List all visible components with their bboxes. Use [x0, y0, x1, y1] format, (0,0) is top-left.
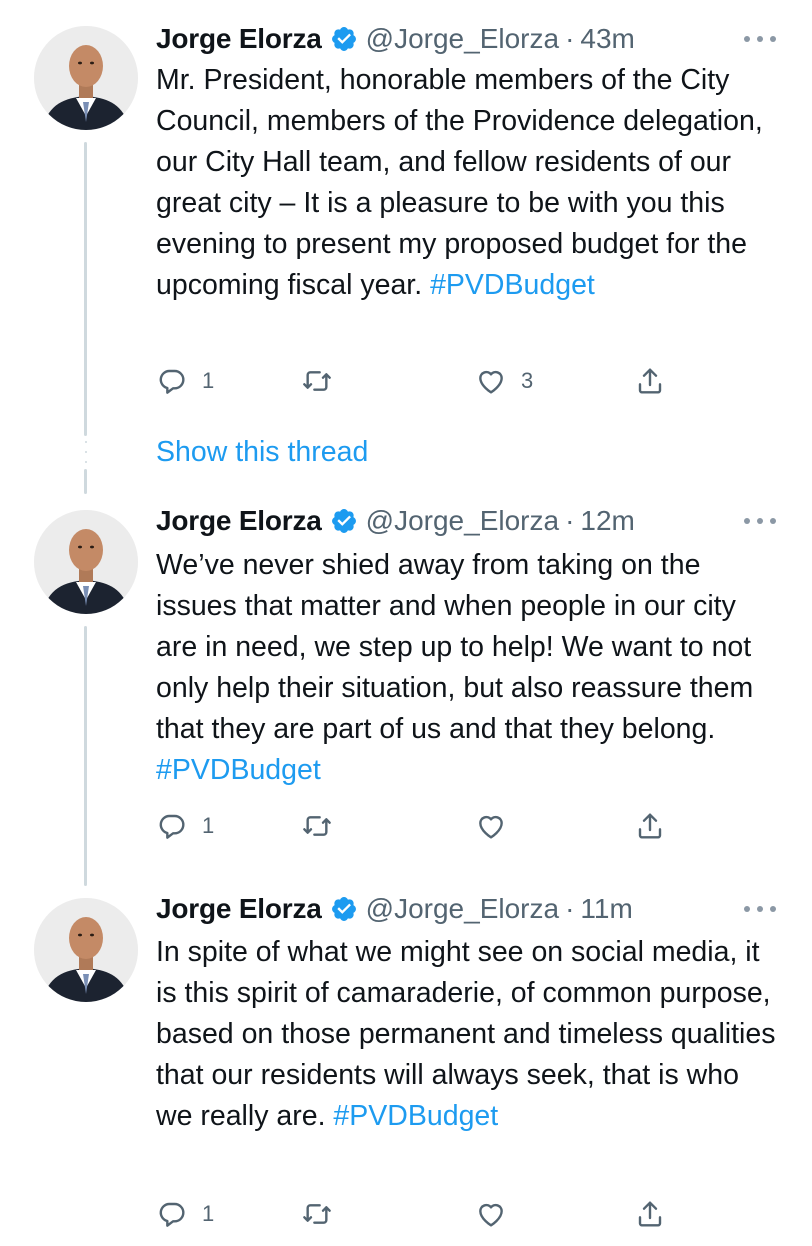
reply-icon: [159, 814, 185, 839]
tweet-header: Jorge Elorza @Jorge_Elorza · 43m: [156, 19, 635, 59]
tweet-timestamp[interactable]: 43m: [580, 23, 634, 55]
more-icon[interactable]: [744, 903, 776, 915]
author-handle[interactable]: @Jorge_Elorza: [366, 893, 559, 925]
retweet-icon: [303, 816, 331, 836]
tweet-actions: 1 3: [156, 361, 676, 401]
retweet-icon: [303, 371, 331, 391]
verified-badge-icon: [331, 27, 356, 51]
reply-count: 1: [202, 368, 215, 393]
share-icon: [638, 813, 662, 839]
like-button[interactable]: 3: [475, 361, 533, 401]
author-handle[interactable]: @Jorge_Elorza: [366, 23, 559, 55]
retweet-button[interactable]: [301, 361, 347, 401]
hashtag-link[interactable]: #PVDBudget: [333, 1100, 498, 1132]
share-icon: [638, 1201, 662, 1227]
avatar[interactable]: [34, 898, 138, 1002]
separator-dot: ·: [565, 505, 575, 536]
verified-badge-icon: [331, 897, 356, 921]
tweet-header: Jorge Elorza @Jorge_Elorza · 11m: [156, 889, 633, 929]
thread-line: [84, 469, 87, 494]
reply-button[interactable]: 1: [156, 361, 214, 401]
separator-dot: ·: [565, 23, 575, 54]
more-icon[interactable]: [744, 515, 776, 527]
avatar-photo: [34, 26, 138, 130]
author-name[interactable]: Jorge Elorza: [156, 893, 322, 925]
more-icon[interactable]: [744, 33, 776, 45]
like-button[interactable]: [475, 1194, 521, 1234]
reply-count: 1: [202, 1201, 215, 1226]
like-button[interactable]: [475, 806, 521, 846]
like-count: 3: [521, 368, 534, 393]
share-button[interactable]: [634, 361, 666, 401]
thread-line: [84, 626, 87, 886]
avatar-photo: [34, 898, 138, 1002]
tweet-actions: 1: [156, 1194, 676, 1234]
reply-button[interactable]: 1: [156, 806, 214, 846]
verified-badge-icon: [331, 509, 356, 533]
reply-button[interactable]: 1: [156, 1194, 214, 1234]
thread-gap-dots: [83, 441, 88, 463]
reply-count: 1: [202, 813, 215, 838]
share-button[interactable]: [634, 806, 666, 846]
hashtag-link[interactable]: #PVDBudget: [156, 754, 321, 786]
heart-icon: [479, 815, 503, 839]
show-thread-link[interactable]: Show this thread: [156, 436, 368, 469]
heart-icon: [479, 1203, 503, 1227]
avatar[interactable]: [34, 26, 138, 130]
reply-icon: [159, 369, 185, 394]
tweet-header: Jorge Elorza @Jorge_Elorza · 12m: [156, 501, 635, 541]
tweet-actions: 1: [156, 806, 676, 846]
heart-icon: [479, 370, 503, 394]
thread-line: [84, 142, 87, 436]
tweet-text: In spite of what we might see on social …: [156, 932, 776, 1137]
author-name[interactable]: Jorge Elorza: [156, 505, 322, 537]
hashtag-link[interactable]: #PVDBudget: [430, 269, 595, 301]
share-button[interactable]: [634, 1194, 666, 1234]
tweet-text-content: Mr. President, honorable members of the …: [156, 64, 763, 301]
retweet-button[interactable]: [301, 1194, 347, 1234]
author-name[interactable]: Jorge Elorza: [156, 23, 322, 55]
share-icon: [638, 368, 662, 394]
separator-dot: ·: [565, 893, 575, 924]
author-handle[interactable]: @Jorge_Elorza: [366, 505, 559, 537]
retweet-icon: [303, 1204, 331, 1224]
reply-icon: [159, 1202, 185, 1227]
tweet-text: Mr. President, honorable members of the …: [156, 60, 776, 306]
tweet-text-content: We’ve never shied away from taking on th…: [156, 549, 754, 745]
tweet-text: We’ve never shied away from taking on th…: [156, 545, 776, 791]
avatar[interactable]: [34, 510, 138, 614]
retweet-button[interactable]: [301, 806, 347, 846]
tweet-timestamp[interactable]: 11m: [580, 893, 632, 925]
tweet-timestamp[interactable]: 12m: [580, 505, 634, 537]
avatar-photo: [34, 510, 138, 614]
